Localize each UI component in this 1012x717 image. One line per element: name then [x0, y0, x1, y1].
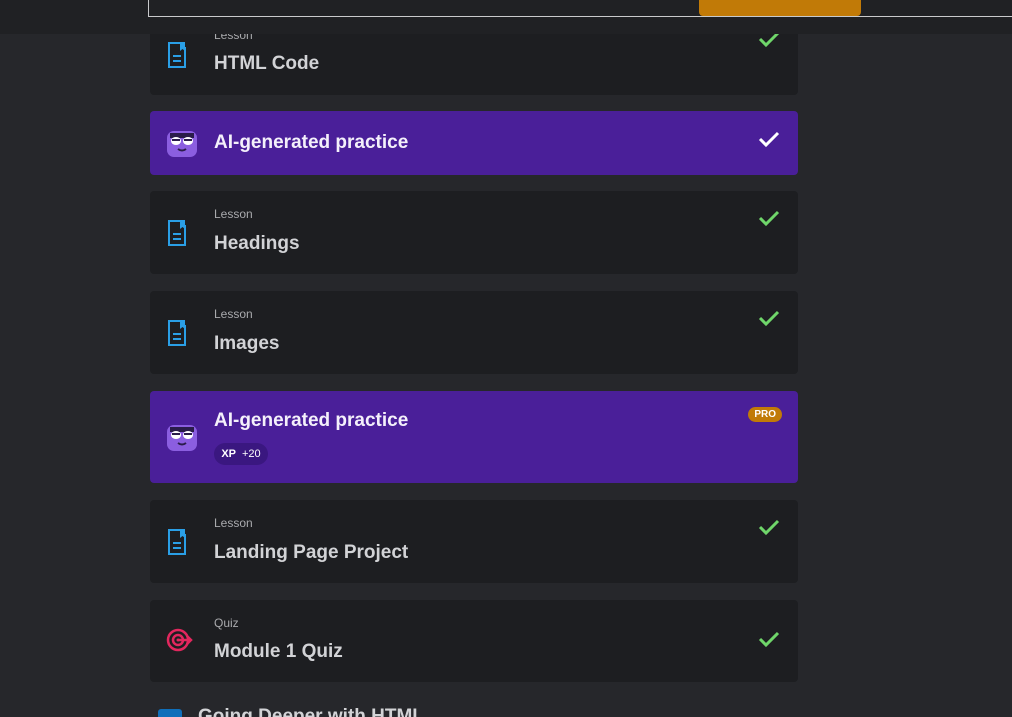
item-title: Module 1 Quiz	[214, 641, 343, 662]
item-type: Lesson	[214, 307, 253, 321]
pro-badge: PRO	[748, 407, 782, 422]
check-icon	[758, 631, 780, 648]
item-title: AI-generated practice	[214, 410, 409, 431]
ai-bot-icon	[167, 131, 197, 157]
lesson-icon	[168, 220, 186, 246]
item-type: Quiz	[214, 616, 239, 630]
list-item-module-quiz[interactable]: Quiz Module 1 Quiz	[150, 600, 798, 682]
check-icon	[758, 310, 780, 327]
list-item-ai-practice[interactable]: AI-generated practice	[150, 111, 798, 175]
check-icon	[758, 519, 780, 536]
check-icon	[758, 131, 780, 148]
xp-value: +20	[242, 448, 261, 460]
next-module-title: Going Deeper with HTML	[198, 706, 424, 717]
item-type: Lesson	[214, 207, 253, 221]
next-module-header[interactable]: Going Deeper with HTML	[150, 706, 798, 717]
item-title: Landing Page Project	[214, 542, 409, 563]
quiz-target-icon	[166, 628, 193, 652]
list-item-images[interactable]: Lesson Images	[150, 291, 798, 374]
item-title: AI-generated practice	[214, 132, 409, 153]
top-button-overlay	[699, 0, 861, 16]
list-item-headings[interactable]: Lesson Headings	[150, 191, 798, 274]
list-item-landing-page-project[interactable]: Lesson Landing Page Project	[150, 500, 798, 583]
check-icon	[758, 210, 780, 227]
lesson-icon	[168, 529, 186, 555]
lesson-icon	[168, 42, 186, 68]
item-title: Images	[214, 333, 280, 354]
top-input-overlay	[148, 0, 1012, 17]
item-type: Lesson	[214, 516, 253, 530]
item-title: Headings	[214, 233, 300, 254]
lesson-icon	[168, 320, 186, 346]
xp-badge: XP +20	[214, 443, 268, 465]
list-item-ai-practice-pro[interactable]: AI-generated practice PRO XP +20	[150, 391, 798, 483]
module-icon	[158, 709, 182, 717]
xp-label: XP	[221, 448, 236, 460]
item-title: HTML Code	[214, 53, 320, 74]
ai-bot-icon	[167, 425, 197, 451]
top-bar-overlay	[0, 0, 1012, 34]
